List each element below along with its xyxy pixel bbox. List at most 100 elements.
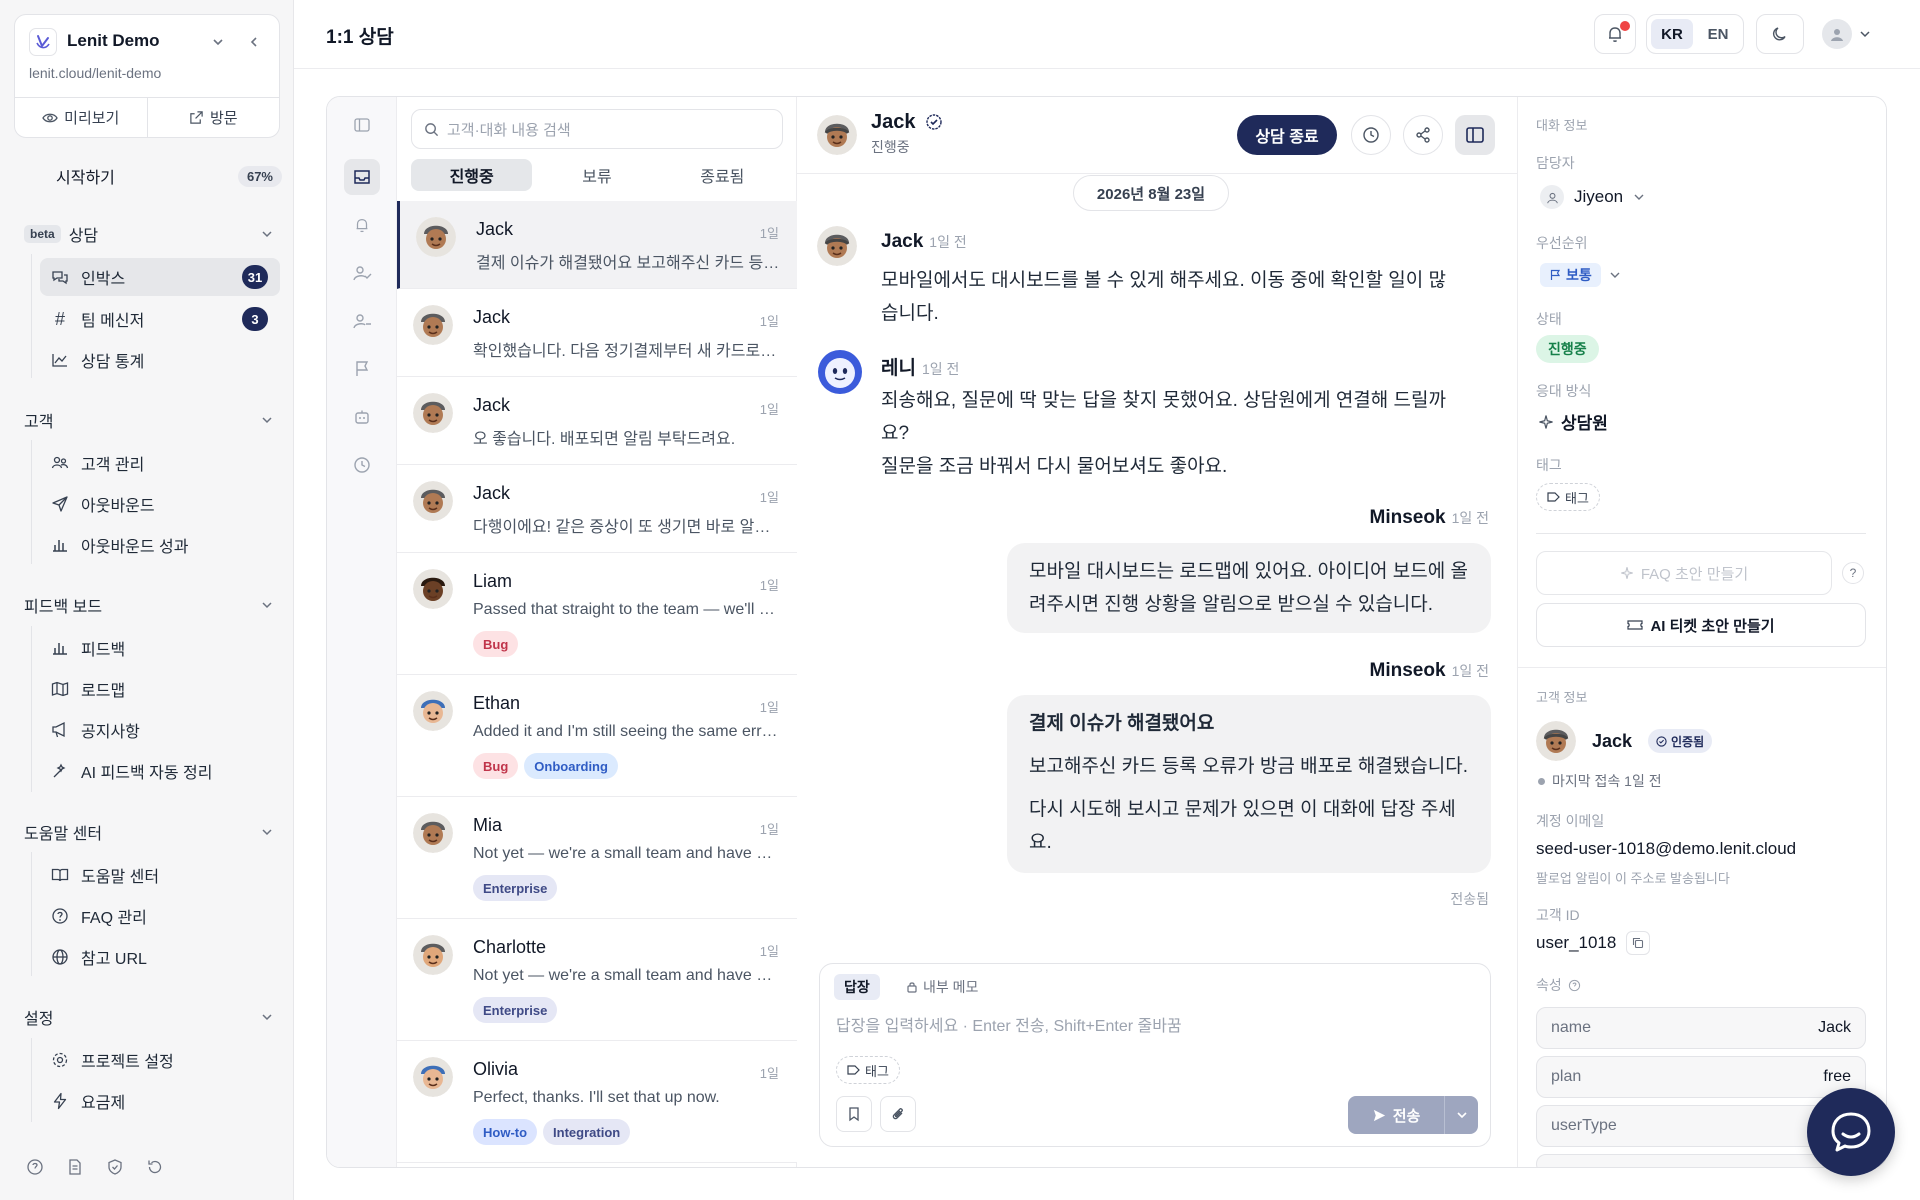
faq-draft-button[interactable]: FAQ 초안 만들기 [1536,551,1832,595]
sidebar-item-label: 상담 통계 [81,354,145,371]
theme-toggle[interactable] [1756,14,1804,54]
message-line: 요. [1029,832,1052,853]
assignee-select[interactable]: Jiyeon [1540,185,1645,209]
unassigned-icon[interactable] [344,303,380,339]
question-circle-icon[interactable] [1568,979,1581,992]
tab-reply[interactable]: 답장 [834,974,880,1000]
refresh-icon[interactable] [146,1158,164,1176]
sidebar-item-project-settings[interactable]: 프로젝트 설정 [40,1041,280,1079]
section-header-settings[interactable]: 설정 [24,1005,274,1029]
send-button[interactable]: 전송 [1348,1096,1444,1134]
sidebar-toggle-icon[interactable] [344,107,380,143]
priority-select[interactable]: 보통 [1540,263,1621,287]
document-icon[interactable] [66,1158,84,1176]
tag-section-label: 태그 [1536,457,1562,473]
lang-en[interactable]: EN [1697,19,1739,49]
sidebar-footer [26,1158,164,1176]
conversation-item[interactable]: Liam 1일 Passed that straight to the team —… [397,553,797,675]
section-header-customers[interactable]: 고객 [24,408,274,432]
attach-button[interactable] [880,1096,916,1132]
inbox-tray-icon[interactable] [344,159,380,195]
section-header-feedback[interactable]: 피드백 보드 [24,593,274,617]
faq-help-icon[interactable]: ? [1842,562,1864,584]
sidebar-item-outbound-performance[interactable]: 아웃바운드 성과 [40,526,280,564]
assigned-to-me-icon[interactable] [344,255,380,291]
workspace-name[interactable]: Lenit Demo [67,31,160,51]
conversation-item[interactable]: Olivia 1일 Perfect, thanks. I'll set that u… [397,1041,797,1163]
status-badge[interactable]: 진행중 [1536,335,1599,363]
sidebar-item-faq[interactable]: FAQ 관리 [40,897,280,935]
snooze-button[interactable] [1351,115,1391,155]
conversation-item[interactable]: Jack 1일확인했습니다. 다음 정기결제부터 새 카드로 결제됩니다. [397,289,797,377]
message-line: 보고해주신 카드 등록 오류가 방금 배포로 해결됐습니다. [1029,756,1468,777]
tab-closed[interactable]: 종료됨 [662,159,783,191]
avatar [413,569,453,609]
toggle-info-panel-button[interactable] [1455,115,1495,155]
share-button[interactable] [1403,115,1443,155]
sidebar-item-inbox[interactable]: 인박스 31 [40,258,280,296]
ticket-icon [1627,620,1644,630]
help-icon[interactable] [26,1158,44,1176]
ai-ticket-draft-button[interactable]: AI 티켓 초안 만들기 [1536,603,1866,647]
message-line: 모바일 대시보드는 로드맵에 있어요. 아이디어 보드에 올 [1029,561,1468,582]
conversation-item[interactable]: Mia 1일 Not yet — we're a small team and ha… [397,797,797,919]
sparkle-icon [1621,567,1633,579]
section-header-consult[interactable]: beta 상담 [24,222,274,246]
copy-id-button[interactable] [1626,931,1650,955]
sidebar-item-help-center[interactable]: 도움말 센터 [40,856,280,894]
shield-icon[interactable] [106,1158,124,1176]
add-tag-button[interactable]: 태그 [836,1056,900,1084]
conversation-item[interactable]: Jack 1일다행이에요! 같은 증상이 또 생기면 바로 알려주세요. [397,465,797,553]
conversation-item[interactable]: Charlotte 1일 Not yet — we're a small team … [397,919,797,1041]
bot-icon[interactable] [344,399,380,435]
end-conversation-button[interactable]: 상담 종료 [1237,115,1337,155]
notification-button[interactable] [1594,14,1636,54]
sidebar-item-outbound[interactable]: 아웃바운드 [40,485,280,523]
sidebar-item-customer-management[interactable]: 고객 관리 [40,444,280,482]
clock-icon[interactable] [344,447,380,483]
preview-button[interactable]: 미리보기 [15,98,147,137]
conversation-name: Jack [473,395,511,415]
section-header-help[interactable]: 도움말 센터 [24,820,274,844]
tab-internal-memo[interactable]: 내부 메모 [898,974,986,1000]
user-menu[interactable] [1822,18,1882,50]
workspace-actions: 미리보기 방문 [15,97,279,137]
section-title: 피드백 보드 [24,599,103,616]
sidebar-item-stats[interactable]: 상담 통계 [40,341,280,379]
mode-label: 응대 방식 [1536,383,1592,399]
getting-started-item[interactable]: 시작하기 67% [56,163,282,189]
chat-launcher-button[interactable] [1807,1088,1895,1176]
sidebar-item-roadmap[interactable]: 로드맵 [40,670,280,708]
inbox-panel: 고객·대화 내용 검색 진행중 보류 종료됨 Jack 1일 결제 이슈가 해결됐어… [326,96,1887,1168]
book-icon [51,868,69,882]
sidebar-item-team-messenger[interactable]: # 팀 메신저 3 [40,300,280,338]
workspace-url: lenit.cloud/lenit-demo [29,65,162,81]
sidebar-item-label: 아웃바운드 성과 [81,539,189,556]
getting-started-label: 시작하기 [56,170,115,187]
chevron-down-icon[interactable] [211,35,225,49]
collapse-sidebar-icon[interactable] [247,35,261,49]
tab-snoozed[interactable]: 보류 [536,159,657,191]
sidebar-item-reference-url[interactable]: 참고 URL [40,938,280,976]
conversation-tags: Bug Onboarding [473,753,618,779]
sidebar-item-feedback[interactable]: 피드백 [40,629,280,667]
send-options-button[interactable] [1444,1096,1478,1134]
bookmark-button[interactable] [836,1096,872,1132]
chat-customer-name: Jack [871,111,916,133]
sidebar-item-announcements[interactable]: 공지사항 [40,711,280,749]
search-input[interactable]: 고객·대화 내용 검색 [411,109,783,149]
conversation-item[interactable]: Jack 1일결제 이슈가 해결됐어요 보고해주신 카드 등록 오류가 방금 배포… [397,201,797,289]
conversation-item[interactable]: Jack 1일 오 좋습니다. 배포되면 알림 부탁드려요. [397,377,797,465]
message-title: 결제 이슈가 해결됐어요 [1029,713,1215,734]
tab-open[interactable]: 진행중 [411,159,533,191]
conversation-item[interactable]: Ethan 1일 Added it and I'm still seeing the… [397,675,797,797]
reply-input[interactable]: 답장을 입력하세요 · Enter 전송, Shift+Enter 줄바꿈 [836,1012,1476,1036]
bell-icon[interactable] [344,207,380,243]
sidebar-item-ai-feedback[interactable]: AI 피드백 자동 정리 [40,752,280,790]
lang-kr[interactable]: KR [1651,19,1693,49]
verified-icon [1656,735,1667,747]
add-tag-button[interactable]: 태그 [1536,483,1600,511]
visit-button[interactable]: 방문 [146,98,280,137]
sidebar-item-plan[interactable]: 요금제 [40,1082,280,1120]
flag-icon[interactable] [344,351,380,387]
